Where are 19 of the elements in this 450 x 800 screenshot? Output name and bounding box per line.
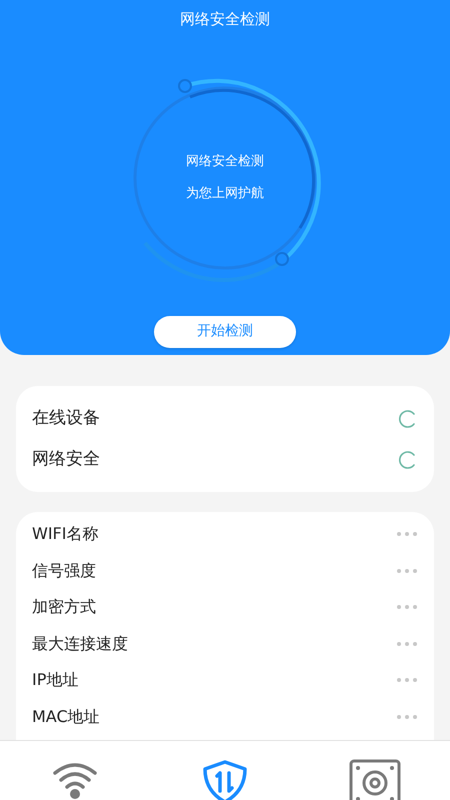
info-label: MAC地址 [32, 706, 100, 728]
ring-title: 网络安全检测 [186, 153, 264, 171]
status-label: 网络安全 [32, 448, 100, 471]
more-icon [396, 604, 418, 610]
more-icon [396, 568, 418, 574]
info-label: WIFI名称 [32, 523, 98, 546]
status-label: 在线设备 [32, 406, 100, 430]
info-label: IP地址 [32, 669, 78, 692]
more-icon [396, 677, 418, 684]
page-title: 网络安全检测 [180, 9, 270, 30]
more-icon [396, 714, 418, 720]
more-icon [396, 640, 418, 647]
speaker-icon [349, 759, 401, 800]
info-label: 加密方式 [32, 596, 96, 618]
ring-subtitle: 为您上网护航 [186, 184, 264, 202]
more-icon [396, 531, 418, 538]
info-label: 信号强度 [32, 560, 96, 582]
start-button[interactable]: 开始检测 [154, 316, 296, 348]
info-label: 最大连接速度 [32, 632, 128, 655]
